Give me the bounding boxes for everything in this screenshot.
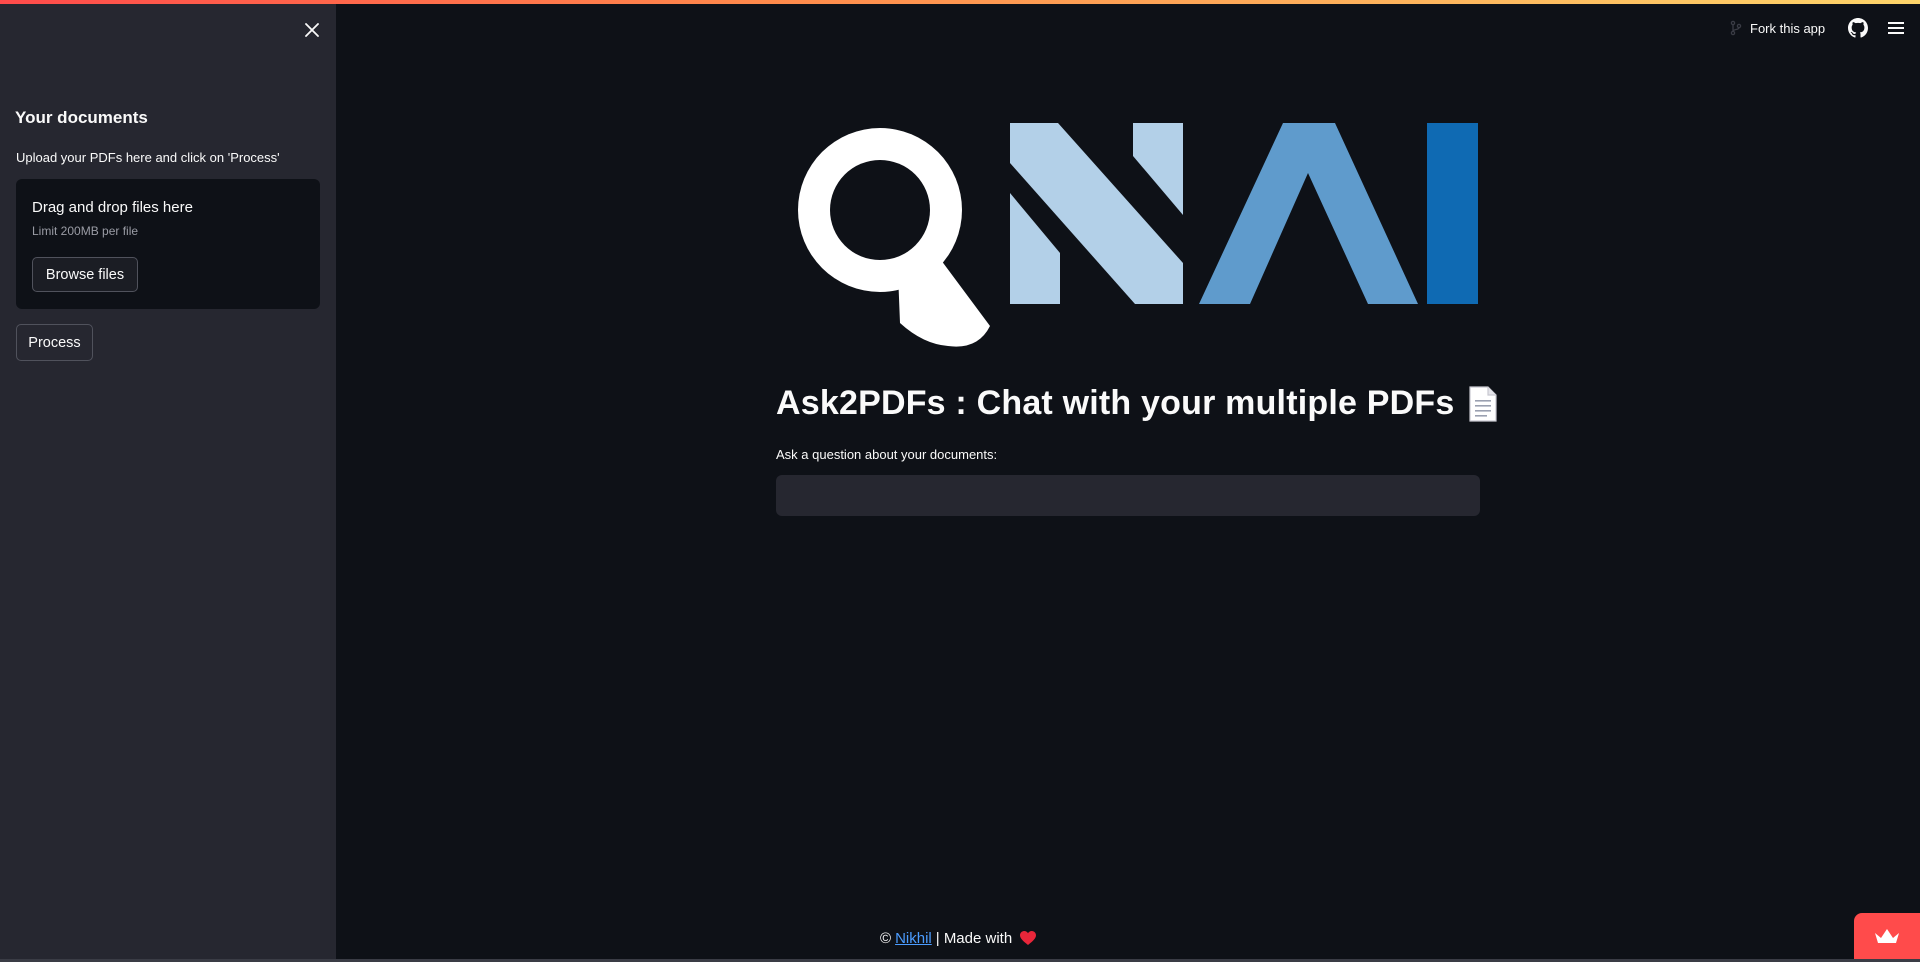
close-icon	[305, 23, 319, 37]
crown-icon	[1875, 929, 1899, 943]
fork-icon	[1730, 20, 1742, 36]
qnai-logo	[798, 123, 1478, 347]
page-title-text: Ask2PDFs : Chat with your multiple PDFs	[776, 384, 1455, 422]
hamburger-menu-icon[interactable]	[1885, 18, 1907, 38]
app-root: Your documents Upload your PDFs here and…	[0, 0, 1920, 962]
fork-label: Fork this app	[1750, 20, 1826, 36]
copyright-symbol: ©	[880, 930, 892, 947]
author-link[interactable]: Nikhil	[895, 930, 932, 947]
made-with-text: | Made with	[935, 930, 1013, 947]
document-icon	[1469, 385, 1498, 422]
page-title: Ask2PDFs : Chat with your multiple PDFs	[776, 384, 1498, 423]
sidebar: Your documents Upload your PDFs here and…	[0, 0, 336, 959]
question-label: Ask a question about your documents:	[776, 447, 998, 462]
dropzone-title: Drag and drop files here	[32, 199, 193, 216]
browse-files-button[interactable]: Browse files	[32, 257, 138, 292]
heart-icon	[1020, 931, 1037, 945]
footer: © Nikhil | Made with	[880, 930, 1037, 947]
top-decoration-bar	[0, 0, 1920, 4]
file-dropzone[interactable]: Drag and drop files here Limit 200MB per…	[16, 179, 320, 309]
github-icon[interactable]	[1848, 18, 1868, 38]
dropzone-limit: Limit 200MB per file	[32, 224, 139, 238]
sidebar-title: Your documents	[15, 108, 148, 127]
upload-hint: Upload your PDFs here and click on 'Proc…	[16, 150, 280, 165]
streamlit-badge[interactable]	[1854, 913, 1920, 959]
process-button[interactable]: Process	[16, 324, 93, 361]
fork-app-link[interactable]: Fork this app	[1730, 18, 1825, 38]
question-input[interactable]	[776, 475, 1480, 516]
close-sidebar-button[interactable]	[300, 18, 324, 42]
